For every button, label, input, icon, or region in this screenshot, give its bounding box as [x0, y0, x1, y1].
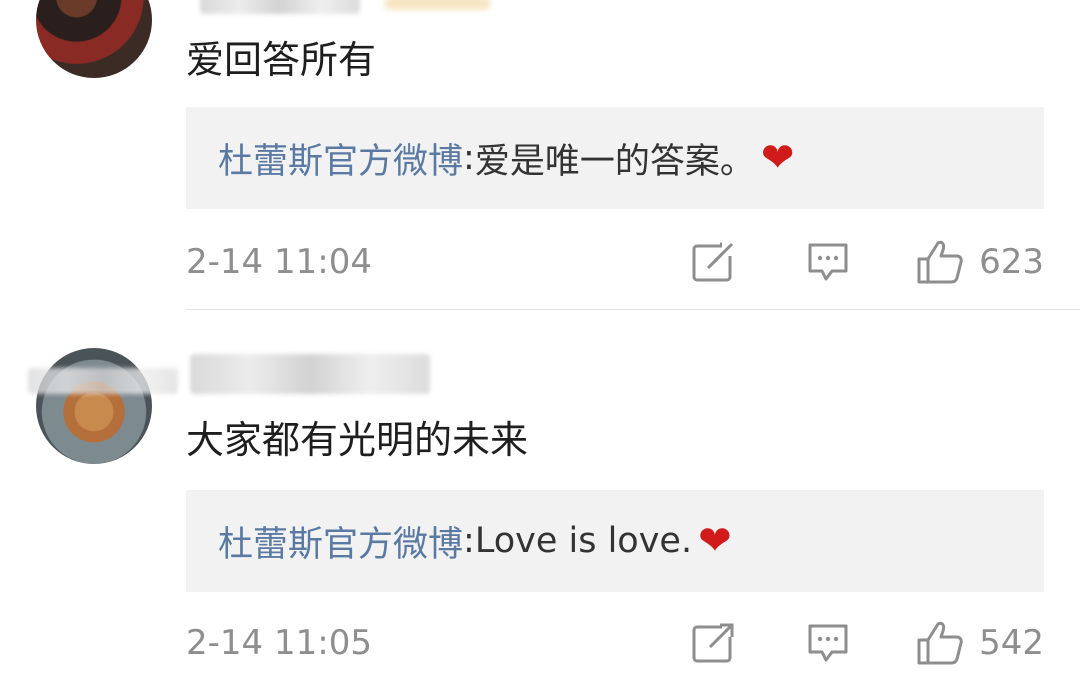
username-blurred [28, 368, 178, 394]
timestamp: 2-14 11:05 [186, 623, 372, 663]
heart-emoji: ❤ [760, 135, 795, 181]
author-reply[interactable]: 杜蕾斯官方微博 : Love is love. ❤ [186, 490, 1044, 592]
comment-item: 爱回答所有 杜蕾斯官方微博 : 爱是唯一的答案。 ❤ 2-14 11:04 62… [0, 0, 1080, 310]
comment-meta: 2-14 11:05 542 [186, 613, 1044, 673]
comment-icon[interactable] [806, 241, 850, 283]
reply-text: Love is love. [474, 521, 693, 561]
like-icon[interactable] [916, 620, 964, 666]
username-blur-accent [385, 0, 490, 10]
comment-icon[interactable] [806, 622, 850, 664]
like-icon[interactable] [916, 239, 964, 285]
share-icon[interactable] [692, 242, 736, 282]
avatar[interactable] [36, 348, 152, 464]
heart-emoji: ❤ [698, 518, 732, 564]
like-count: 542 [979, 623, 1044, 663]
reply-separator: : [463, 138, 475, 178]
comment-meta: 2-14 11:04 623 [186, 232, 1044, 292]
like-count: 623 [979, 242, 1044, 282]
reply-author-link[interactable]: 杜蕾斯官方微博 [218, 133, 463, 184]
username-blurred[interactable] [200, 0, 360, 14]
username-blurred[interactable] [190, 354, 430, 394]
comment-text: 爱回答所有 [186, 38, 377, 82]
avatar[interactable] [36, 0, 152, 78]
comment-text: 大家都有光明的未来 [186, 418, 529, 462]
timestamp: 2-14 11:04 [186, 242, 372, 282]
reply-author-link[interactable]: 杜蕾斯官方微博 [218, 516, 463, 567]
comment-item: 大家都有光明的未来 杜蕾斯官方微博 : Love is love. ❤ 2-14… [0, 310, 1080, 665]
reply-separator: : [463, 521, 475, 561]
author-reply[interactable]: 杜蕾斯官方微博 : 爱是唯一的答案。 ❤ [186, 107, 1044, 209]
reply-text: 爱是唯一的答案。 [474, 141, 755, 182]
share-icon[interactable] [692, 623, 736, 663]
